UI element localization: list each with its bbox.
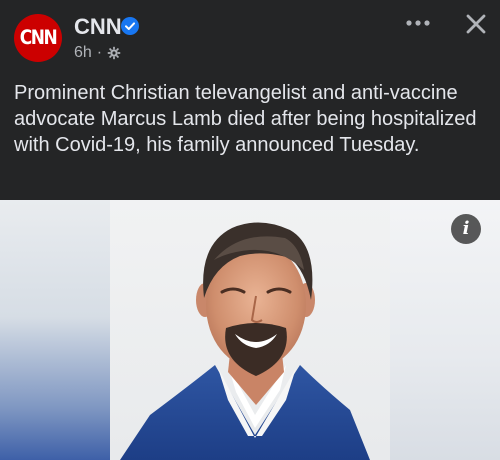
more-dots-icon [406,20,430,26]
portrait-image [120,222,370,460]
verified-badge-icon [121,17,139,35]
close-button[interactable] [462,10,490,38]
post-photo[interactable] [0,200,500,460]
gear-icon[interactable] [107,46,121,60]
post-header: CNN CNN 6h · [0,0,500,74]
more-options-button[interactable] [402,10,434,36]
close-icon [466,14,486,34]
post-meta: 6h · [74,43,121,63]
page-name-link[interactable]: CNN [74,14,122,40]
info-icon: i [462,218,470,239]
photo-credit-strip [490,405,498,455]
avatar[interactable]: CNN [14,14,62,62]
timestamp[interactable]: 6h [74,43,92,63]
cnn-logo: CNN [19,26,58,50]
post-caption: Prominent Christian televangelist and an… [14,82,477,156]
post-card: CNN CNN 6h · Prominent Christian televan… [0,0,500,460]
photo-info-button[interactable]: i [451,214,481,244]
meta-separator: · [96,44,103,61]
